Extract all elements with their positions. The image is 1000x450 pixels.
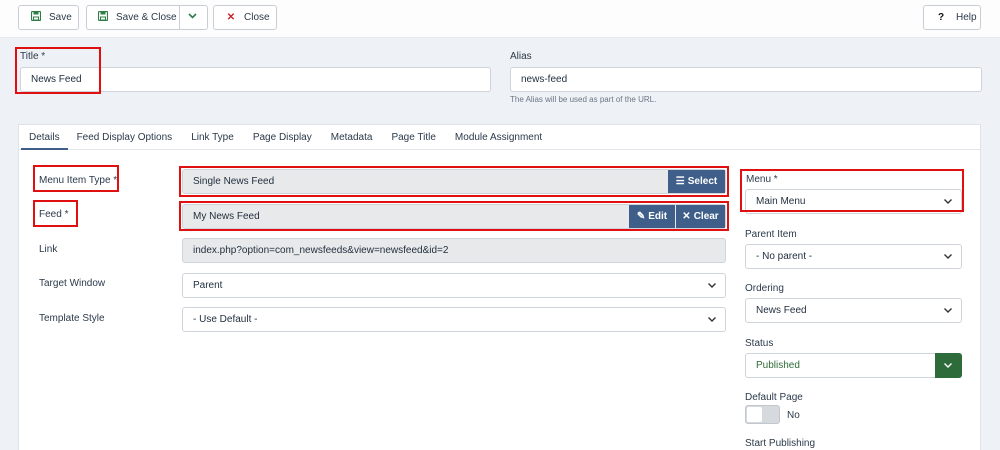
- tab-page-title[interactable]: Page Title: [391, 124, 435, 149]
- status-select[interactable]: Published: [745, 353, 962, 378]
- save-close-label: Save & Close: [116, 12, 177, 23]
- toggle-knob: [747, 407, 762, 422]
- link-label: Link: [39, 244, 58, 255]
- parent-item-value: - No parent -: [756, 251, 813, 262]
- floppy-disk-icon: [97, 10, 109, 24]
- question-icon: ?: [937, 12, 945, 23]
- ordering-value: News Feed: [756, 305, 807, 316]
- chevron-down-icon: [943, 305, 953, 315]
- highlight-box: [179, 201, 729, 231]
- status-dropdown-toggle[interactable]: [935, 353, 962, 378]
- parent-item-select[interactable]: - No parent -: [745, 244, 962, 269]
- tab-bar: Details Feed Display Options Link Type P…: [18, 124, 981, 150]
- chevron-down-icon: [707, 314, 717, 324]
- tab-feed-display-options[interactable]: Feed Display Options: [77, 124, 173, 149]
- target-window-select[interactable]: Parent: [182, 273, 726, 298]
- tab-page-display[interactable]: Page Display: [253, 124, 312, 149]
- close-icon: ✕: [226, 12, 236, 23]
- target-window-label: Target Window: [39, 278, 106, 289]
- highlight-box: [33, 165, 119, 192]
- template-style-select[interactable]: - Use Default -: [182, 307, 726, 332]
- default-page-toggle[interactable]: [745, 405, 780, 424]
- save-label: Save: [49, 12, 72, 23]
- toolbar: Save Save & Close ✕ Close ? Help: [0, 0, 1000, 38]
- template-style-value: - Use Default -: [193, 314, 258, 325]
- template-style-label: Template Style: [39, 313, 105, 324]
- alias-label: Alias: [510, 51, 532, 62]
- save-button[interactable]: Save: [18, 5, 79, 30]
- highlight-box: [179, 166, 729, 197]
- default-page-label: Default Page: [745, 392, 803, 403]
- button-divider: [179, 6, 180, 29]
- help-label: Help: [956, 12, 977, 23]
- save-close-button[interactable]: Save & Close: [86, 5, 208, 30]
- chevron-down-icon: [943, 251, 953, 261]
- help-button[interactable]: ? Help: [923, 5, 981, 30]
- close-button[interactable]: ✕ Close: [213, 5, 277, 30]
- close-label: Close: [244, 12, 270, 23]
- ordering-select[interactable]: News Feed: [745, 298, 962, 323]
- chevron-down-icon: [707, 280, 717, 290]
- highlight-box: [15, 47, 101, 94]
- floppy-disk-icon: [30, 10, 42, 24]
- target-window-value: Parent: [193, 280, 223, 291]
- alias-input[interactable]: news-feed: [510, 67, 982, 92]
- status-value: Published: [756, 360, 800, 371]
- tab-details[interactable]: Details: [21, 124, 68, 150]
- default-page-value: No: [787, 410, 800, 421]
- parent-item-label: Parent Item: [745, 229, 797, 240]
- tab-link-type[interactable]: Link Type: [191, 124, 234, 149]
- ordering-label: Ordering: [745, 283, 784, 294]
- status-label: Status: [745, 338, 774, 349]
- tab-metadata[interactable]: Metadata: [331, 124, 373, 149]
- start-publishing-label: Start Publishing: [745, 438, 816, 449]
- highlight-box: [33, 200, 78, 227]
- chevron-down-icon[interactable]: [187, 10, 198, 24]
- alias-help-text: The Alias will be used as part of the UR…: [510, 95, 657, 104]
- highlight-box: [740, 169, 964, 212]
- link-field: index.php?option=com_newsfeeds&view=news…: [182, 238, 726, 263]
- tab-module-assignment[interactable]: Module Assignment: [455, 124, 542, 149]
